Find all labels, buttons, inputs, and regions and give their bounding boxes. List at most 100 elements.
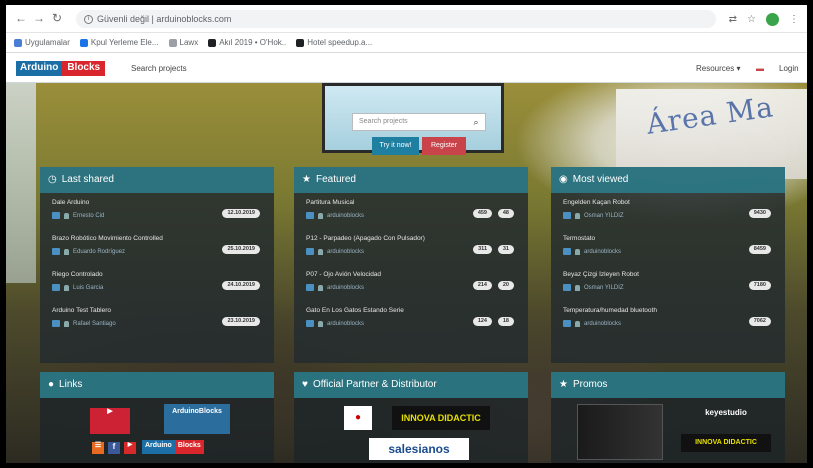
bookmarks-bar: Uygulamalar Kpul Yerleme Ele... Lawx Akı… xyxy=(6,33,807,53)
likes-badge: 48 xyxy=(497,209,514,218)
innova-didactic-logo[interactable]: INNOVA DIDACTIC xyxy=(392,406,490,430)
bookmark-icon xyxy=(208,38,217,47)
nav-login[interactable]: Login xyxy=(779,64,799,73)
panel-header: ★ Featured xyxy=(294,167,528,193)
sensor-kit-image[interactable] xyxy=(577,404,663,460)
search-icon[interactable]: ⌕ xyxy=(469,115,483,129)
list-item[interactable]: Brazo Robótico Movimiento Controlled Edu… xyxy=(40,229,274,265)
user-icon xyxy=(64,320,69,327)
browser-actions: ⇄ ☆ ⋮ xyxy=(729,11,799,27)
eye-icon: ◉ xyxy=(559,174,568,185)
views-badge: 214 xyxy=(472,281,492,290)
views-badge: 311 xyxy=(473,245,492,254)
bookmark-item[interactable]: Akıl 2019 • O'Hok.. xyxy=(208,38,286,47)
date-badge: 25.10.2019 xyxy=(222,245,260,254)
bookmark-icon xyxy=(168,38,177,47)
likes-badge: 18 xyxy=(497,317,514,326)
arduinoblocks-logo[interactable]: Arduino Blocks xyxy=(16,61,106,76)
views-badge: 9430 xyxy=(748,209,771,218)
project-icon xyxy=(563,212,571,219)
register-button[interactable]: Register xyxy=(422,137,466,155)
rss-icon[interactable]: ☰ xyxy=(92,442,104,454)
browser-window: ← → ↻ i Güvenli değil | arduinoblocks.com… xyxy=(6,5,807,463)
user-icon xyxy=(64,248,69,255)
panel-header: ◷ Last shared xyxy=(40,167,274,193)
list-item[interactable]: P12 - Parpadeo (Apagado Con Pulsador) ar… xyxy=(294,229,528,265)
flag-icon[interactable]: ▬ xyxy=(756,64,764,73)
list-item[interactable]: Engelden Kaçan Robot Osman YILDIZ 9430 xyxy=(551,193,785,229)
project-icon xyxy=(306,320,314,327)
back-arrow-icon[interactable]: ← xyxy=(14,11,28,25)
translate-icon[interactable]: ⇄ xyxy=(729,14,737,25)
date-badge: 24.10.2019 xyxy=(222,281,260,290)
views-badge: 7180 xyxy=(748,281,771,290)
arduinoblocks-book-logo[interactable]: ArduinoBlocks xyxy=(164,404,230,434)
star-icon: ★ xyxy=(302,174,311,185)
list-item[interactable]: Gato En Los Gatos Estando Serie arduinob… xyxy=(294,301,528,337)
project-icon xyxy=(52,212,60,219)
menu-icon[interactable]: ⋮ xyxy=(789,14,799,25)
nav-resources[interactable]: Resources ▾ xyxy=(696,64,740,73)
list-item[interactable]: Dale Arduino Ernesto Cid 12.10.2019 xyxy=(40,193,274,229)
url-text: Güvenli değil | arduinoblocks.com xyxy=(97,14,232,24)
user-icon xyxy=(575,248,580,255)
likes-badge: 20 xyxy=(497,281,514,290)
panel-header: ★ Promos xyxy=(551,372,785,398)
user-icon xyxy=(64,284,69,291)
partner-panel: ♥ Official Partner & Distributor ● INNOVA… xyxy=(294,372,528,463)
user-icon xyxy=(575,284,580,291)
list-item[interactable]: Arduino Test Tablero Rafael Santiago 23.… xyxy=(40,301,274,337)
user-icon xyxy=(575,320,580,327)
bookmark-item[interactable]: Uygulamalar xyxy=(14,38,70,47)
reload-icon[interactable]: ↻ xyxy=(50,11,64,25)
salesianos-logo[interactable]: salesianos xyxy=(369,438,469,460)
user-icon xyxy=(318,212,323,219)
bookmark-item[interactable]: Lawx xyxy=(168,38,198,47)
makerblock-logo[interactable]: ● xyxy=(344,406,372,430)
date-badge: 12.10.2019 xyxy=(222,209,260,218)
most-viewed-panel: ◉ Most viewed Engelden Kaçan Robot Osman … xyxy=(551,167,785,363)
list-item[interactable]: Termostato arduinoblocks 8459 xyxy=(551,229,785,265)
views-badge: 124 xyxy=(472,317,492,326)
site-navbar: Arduino Blocks Search projects Resources … xyxy=(6,53,807,83)
arduinoblocks-small-logo[interactable]: Arduino Blocks xyxy=(142,440,230,454)
project-icon xyxy=(306,248,314,255)
list-item[interactable]: P07 - Ojo Avión Velocidad arduinoblocks … xyxy=(294,265,528,301)
facebook-icon[interactable]: f xyxy=(108,442,120,454)
project-icon xyxy=(563,284,571,291)
date-badge: 23.10.2019 xyxy=(222,317,260,326)
url-bar[interactable]: i Güvenli değil | arduinoblocks.com xyxy=(76,10,716,28)
try-it-now-button[interactable]: Try it now! xyxy=(372,137,419,155)
views-badge: 459 xyxy=(472,209,492,218)
bookmark-icon xyxy=(79,38,88,47)
list-item[interactable]: Riego Controlado Luis Garcia 24.10.2019 xyxy=(40,265,274,301)
info-icon[interactable]: i xyxy=(84,15,93,25)
last-shared-panel: ◷ Last shared Dale Arduino Ernesto Cid 12… xyxy=(40,167,274,363)
list-item[interactable]: Partitura Musical arduinoblocks 459 48 xyxy=(294,193,528,229)
bookmark-item[interactable]: Kpul Yerleme Ele... xyxy=(79,38,159,47)
list-item[interactable]: Temperatura/humedad bluetooth arduinoblo… xyxy=(551,301,785,337)
forward-arrow-icon[interactable]: → xyxy=(32,11,46,25)
clock-icon: ◷ xyxy=(48,174,57,185)
project-icon xyxy=(52,284,60,291)
search-input[interactable]: Search projects ⌕ xyxy=(352,113,486,131)
project-icon xyxy=(306,212,314,219)
window-background xyxy=(6,83,36,283)
views-badge: 7062 xyxy=(748,317,771,326)
bookmark-item[interactable]: Hotel speedup.a... xyxy=(296,38,372,47)
profile-avatar[interactable] xyxy=(766,12,779,26)
youtube-icon[interactable]: ▶ xyxy=(124,442,136,454)
hero-background: Área Ma Search projects ⌕ Try it now! Re… xyxy=(6,83,807,463)
list-item[interactable]: Beyaz Çizgi İzleyen Robot Osman YILDIZ 7… xyxy=(551,265,785,301)
innova-didactic-logo[interactable]: INNOVA DIDACTIC xyxy=(681,434,771,452)
project-icon xyxy=(52,320,60,327)
project-icon xyxy=(306,284,314,291)
youtube-thumb[interactable]: ▶ xyxy=(90,408,130,434)
keyestudio-logo[interactable]: keyestudio xyxy=(681,408,771,428)
nav-search-projects[interactable]: Search projects xyxy=(131,64,187,73)
apps-icon xyxy=(14,38,22,47)
user-icon xyxy=(575,212,580,219)
project-icon xyxy=(563,248,571,255)
star-icon[interactable]: ☆ xyxy=(747,14,756,25)
mural-text: Área Ma xyxy=(644,90,776,141)
